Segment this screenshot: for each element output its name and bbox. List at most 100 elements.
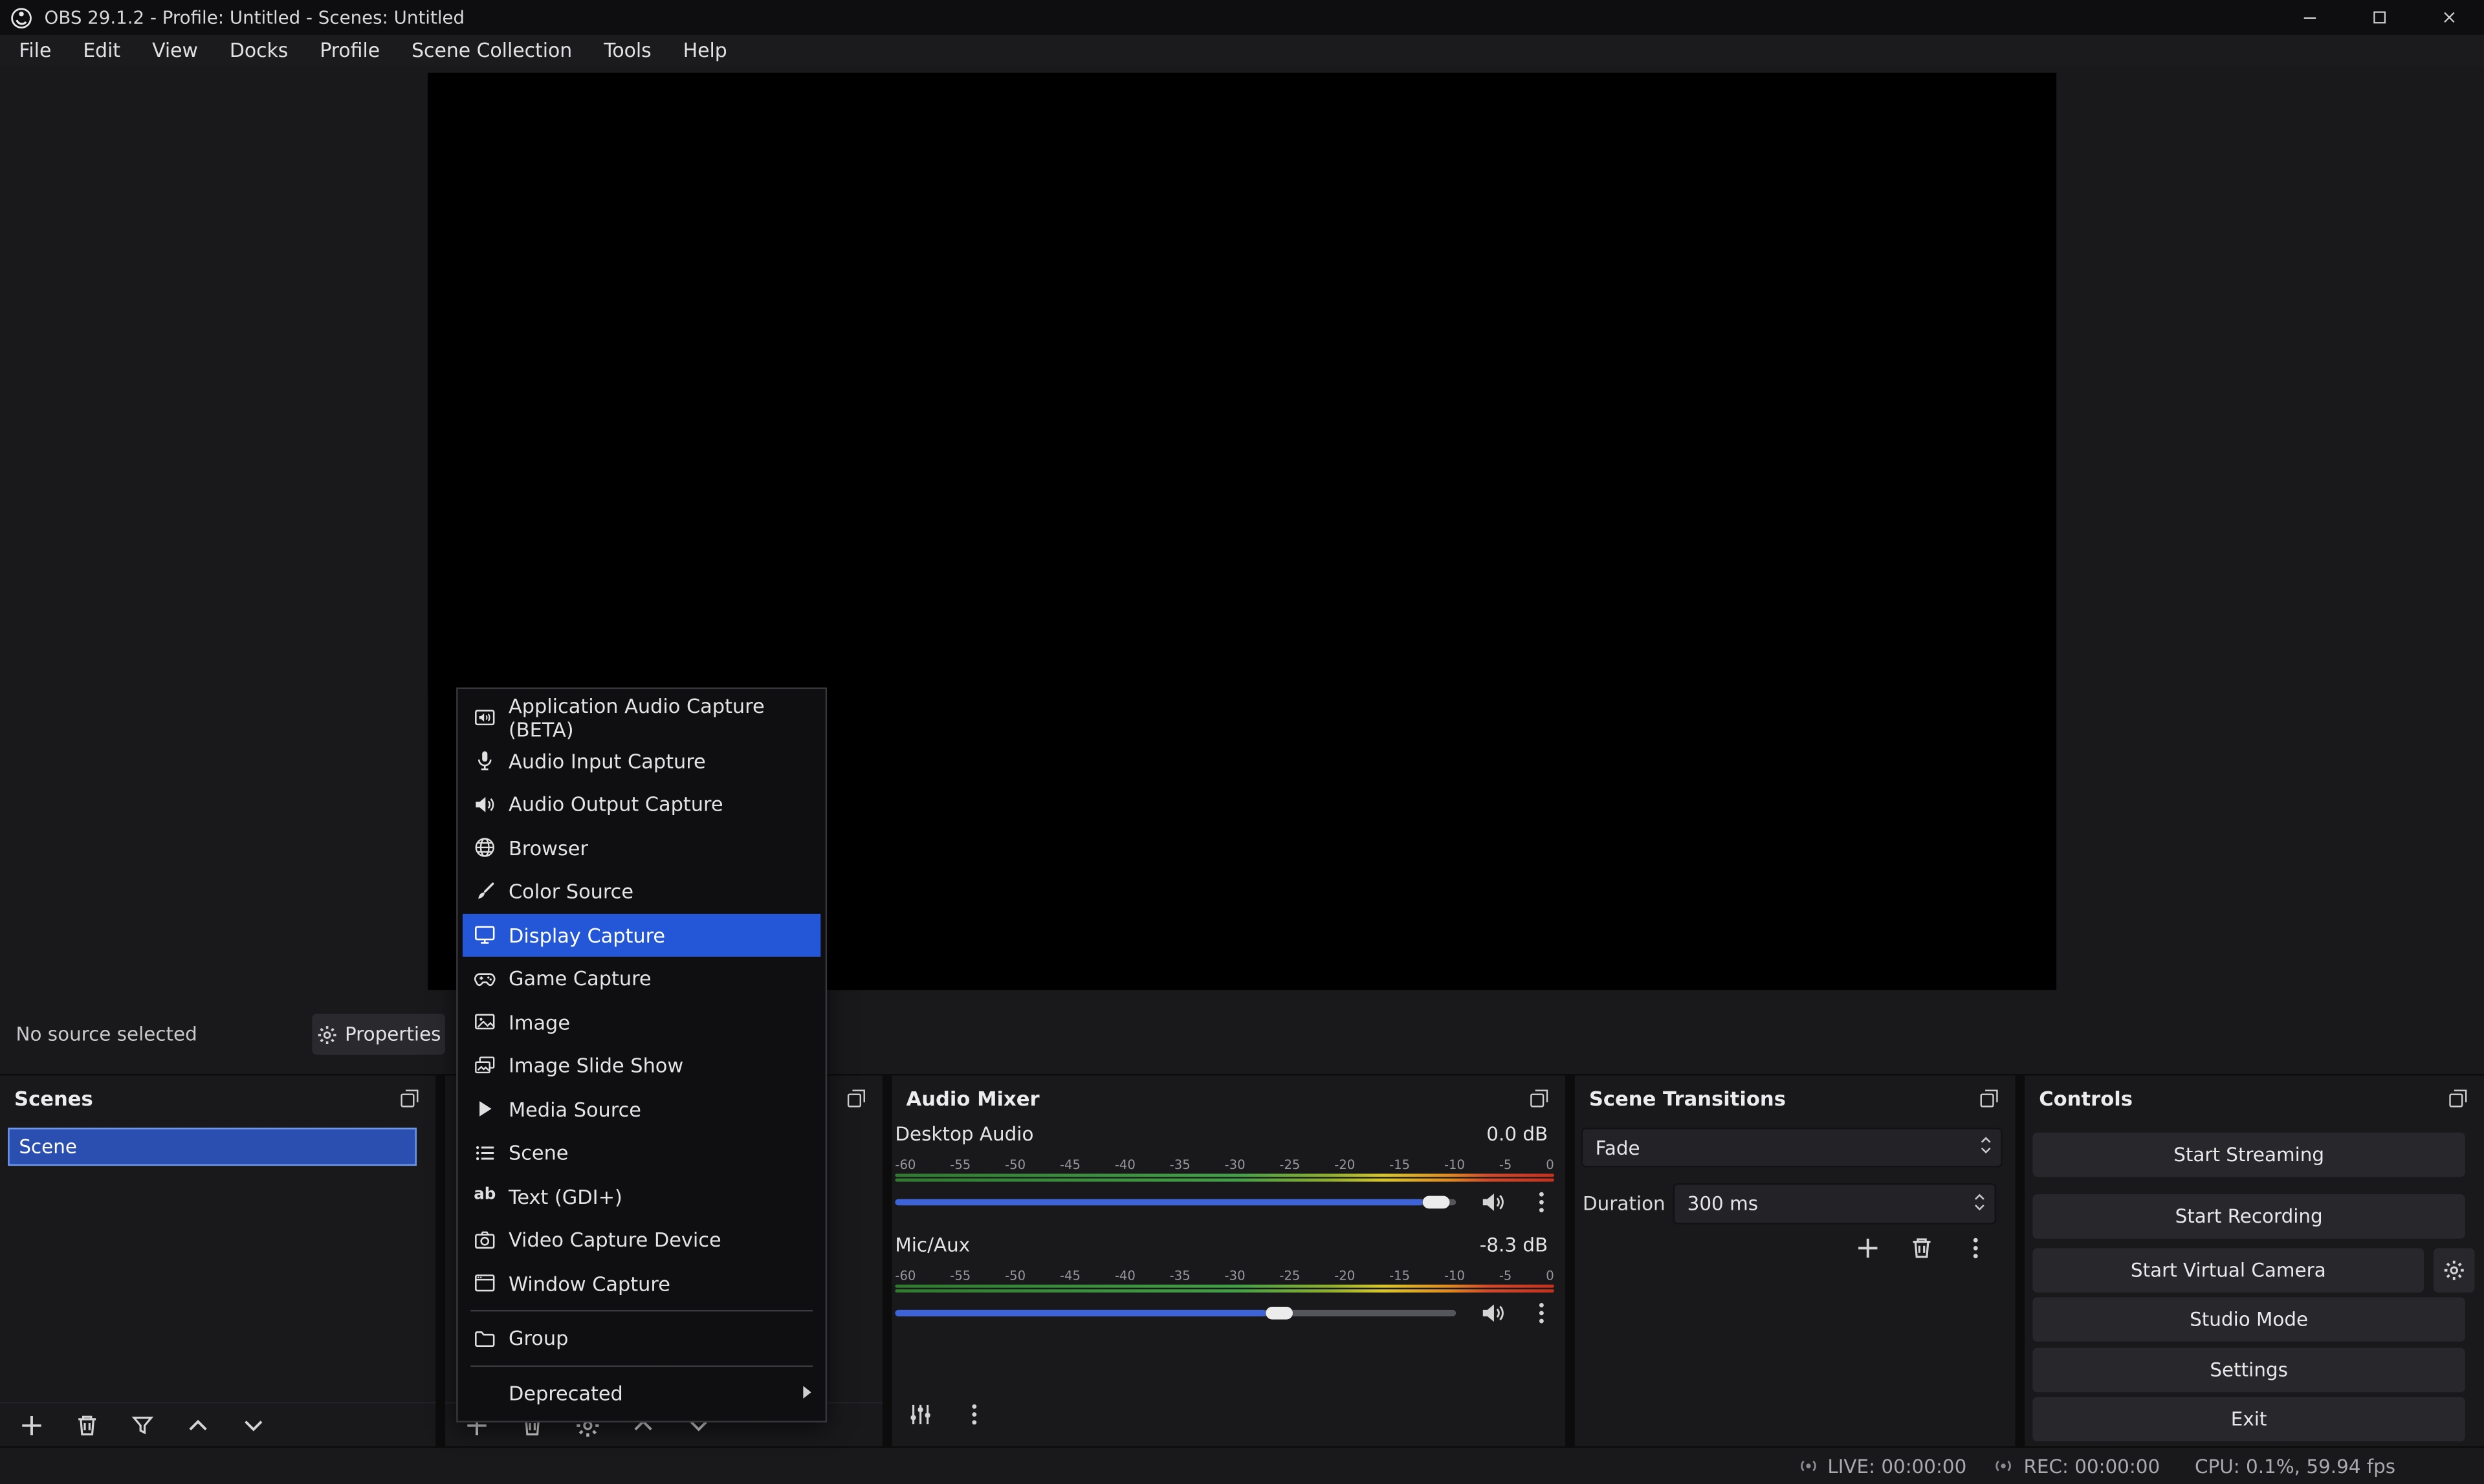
volume-slider-handle[interactable] xyxy=(1265,1307,1292,1320)
maximize-icon xyxy=(2370,8,2389,27)
menu-item-group[interactable]: Group xyxy=(463,1316,820,1360)
popout-icon[interactable] xyxy=(1526,1085,1551,1110)
menu-edit[interactable]: Edit xyxy=(67,35,137,67)
mixer-menu-button[interactable] xyxy=(958,1399,990,1430)
menu-item-label: Video Capture Device xyxy=(509,1228,721,1252)
menu-item-audio-input-capture[interactable]: Audio Input Capture xyxy=(463,739,820,782)
submenu-arrow-icon xyxy=(803,1386,811,1399)
menu-scene-collection[interactable]: Scene Collection xyxy=(396,35,588,67)
transition-menu-button[interactable] xyxy=(1960,1232,1992,1264)
audio-settings-icon xyxy=(908,1402,933,1427)
db-tick-label: -20 xyxy=(1334,1158,1355,1172)
menu-item-label: Media Source xyxy=(509,1097,641,1121)
popout-icon[interactable] xyxy=(2445,1085,2470,1110)
menu-item-color-source[interactable]: Color Source xyxy=(463,869,820,913)
db-tick-label: -30 xyxy=(1225,1158,1246,1172)
menu-item-window-capture[interactable]: Window Capture xyxy=(463,1261,820,1305)
scene-move-down-button[interactable] xyxy=(237,1409,269,1441)
db-tick-label: -15 xyxy=(1389,1269,1410,1283)
popout-icon[interactable] xyxy=(843,1085,868,1110)
menu-item-label: Group xyxy=(509,1326,568,1350)
db-tick-label: -20 xyxy=(1334,1269,1355,1283)
scene-filters-button[interactable] xyxy=(127,1409,159,1441)
channel-menu-button[interactable] xyxy=(1526,1186,1557,1218)
application-audio-capture-icon xyxy=(472,704,498,730)
scenes-panel: Scenes Scene xyxy=(0,1076,435,1446)
spinner-arrows-icon xyxy=(1979,1133,1993,1163)
minimize-button[interactable] xyxy=(2275,0,2345,35)
obs-window: OBS 29.1.2 - Profile: Untitled - Scenes:… xyxy=(0,0,2484,1484)
close-button[interactable] xyxy=(2415,0,2484,35)
channel-menu-button[interactable] xyxy=(1526,1297,1557,1329)
mute-button[interactable] xyxy=(1477,1186,1508,1218)
image-icon xyxy=(472,1009,498,1034)
exit-button[interactable]: Exit xyxy=(2032,1397,2465,1442)
db-tick-label: -10 xyxy=(1444,1269,1465,1283)
menu-item-browser[interactable]: Browser xyxy=(463,826,820,869)
window-title: OBS 29.1.2 - Profile: Untitled - Scenes:… xyxy=(45,7,465,28)
menu-item-text-gdi[interactable]: ab Text (GDI+) xyxy=(463,1175,820,1218)
studio-mode-button[interactable]: Studio Mode xyxy=(2032,1297,2465,1342)
duration-spinbox[interactable]: 300 ms xyxy=(1673,1183,1996,1225)
menu-item-image[interactable]: Image xyxy=(463,1000,820,1043)
volume-slider-handle[interactable] xyxy=(1422,1196,1449,1209)
controls-panel: Controls Start Streaming Start Recording… xyxy=(2025,1076,2484,1446)
settings-button[interactable]: Settings xyxy=(2032,1348,2465,1393)
remove-transition-button[interactable] xyxy=(1906,1232,1938,1264)
menu-item-deprecated[interactable]: Deprecated xyxy=(463,1371,820,1414)
start-streaming-button[interactable]: Start Streaming xyxy=(2032,1133,2465,1177)
main-area: No source selected Properties xyxy=(0,67,2484,1074)
menu-item-label: Text (GDI+) xyxy=(509,1184,622,1208)
scene-move-up-button[interactable] xyxy=(182,1409,214,1441)
menu-item-scene[interactable]: Scene xyxy=(463,1131,820,1174)
maximize-button[interactable] xyxy=(2345,0,2415,35)
menu-file[interactable]: File xyxy=(3,35,67,67)
channel-level: 0.0 dB xyxy=(1486,1123,1548,1148)
db-tick-label: -55 xyxy=(950,1269,971,1283)
menu-item-display-capture[interactable]: Display Capture xyxy=(463,913,820,957)
kebab-icon xyxy=(1963,1236,1988,1261)
menu-help[interactable]: Help xyxy=(667,35,743,67)
properties-button[interactable]: Properties xyxy=(312,1014,445,1055)
menu-separator xyxy=(470,1364,813,1366)
volume-slider[interactable] xyxy=(895,1310,1456,1316)
menu-item-label: Image Slide Show xyxy=(509,1054,683,1078)
menu-profile[interactable]: Profile xyxy=(304,35,396,67)
volume-slider[interactable] xyxy=(895,1199,1456,1206)
menu-tools[interactable]: Tools xyxy=(588,35,668,67)
db-tick-label: -25 xyxy=(1279,1269,1300,1283)
virtual-camera-settings-button[interactable] xyxy=(2434,1248,2475,1293)
db-tick-label: -10 xyxy=(1444,1158,1465,1172)
controls-header: Controls xyxy=(2025,1076,2484,1120)
add-transition-button[interactable] xyxy=(1852,1232,1884,1264)
menu-item-label: Application Audio Capture (BETA) xyxy=(509,693,811,741)
scene-list-item[interactable]: Scene xyxy=(8,1128,417,1166)
mixer-toolbar xyxy=(905,1399,990,1430)
menu-item-game-capture[interactable]: Game Capture xyxy=(463,957,820,1000)
start-recording-button[interactable]: Start Recording xyxy=(2032,1194,2465,1239)
menu-item-audio-output-capture[interactable]: Audio Output Capture xyxy=(463,783,820,826)
channel-name: Desktop Audio xyxy=(895,1123,1033,1148)
start-virtual-camera-button[interactable]: Start Virtual Camera xyxy=(2032,1248,2424,1293)
volume-meter xyxy=(895,1173,1554,1183)
spinner-arrows-icon[interactable] xyxy=(1972,1189,1986,1219)
advanced-audio-button[interactable] xyxy=(905,1399,936,1430)
popout-icon[interactable] xyxy=(1975,1085,2001,1110)
title-bar: OBS 29.1.2 - Profile: Untitled - Scenes:… xyxy=(0,0,2484,35)
popout-icon[interactable] xyxy=(396,1085,421,1110)
menu-item-image-slide-show[interactable]: Image Slide Show xyxy=(463,1044,820,1087)
menu-view[interactable]: View xyxy=(137,35,214,67)
menu-item-application-audio-capture[interactable]: Application Audio Capture (BETA) xyxy=(463,695,820,739)
menu-item-label: Window Capture xyxy=(509,1272,670,1296)
db-tick-label: -50 xyxy=(1005,1158,1026,1172)
menu-docks[interactable]: Docks xyxy=(214,35,303,67)
transition-select-value: Fade xyxy=(1596,1137,1640,1159)
add-scene-button[interactable] xyxy=(16,1409,47,1441)
db-tick-label: -60 xyxy=(895,1158,916,1172)
mute-button[interactable] xyxy=(1477,1297,1508,1329)
remove-scene-button[interactable] xyxy=(71,1409,103,1441)
transition-select[interactable]: Fade xyxy=(1581,1128,2003,1167)
close-icon xyxy=(2440,8,2459,27)
menu-item-video-capture-device[interactable]: Video Capture Device xyxy=(463,1218,820,1261)
menu-item-media-source[interactable]: Media Source xyxy=(463,1087,820,1131)
